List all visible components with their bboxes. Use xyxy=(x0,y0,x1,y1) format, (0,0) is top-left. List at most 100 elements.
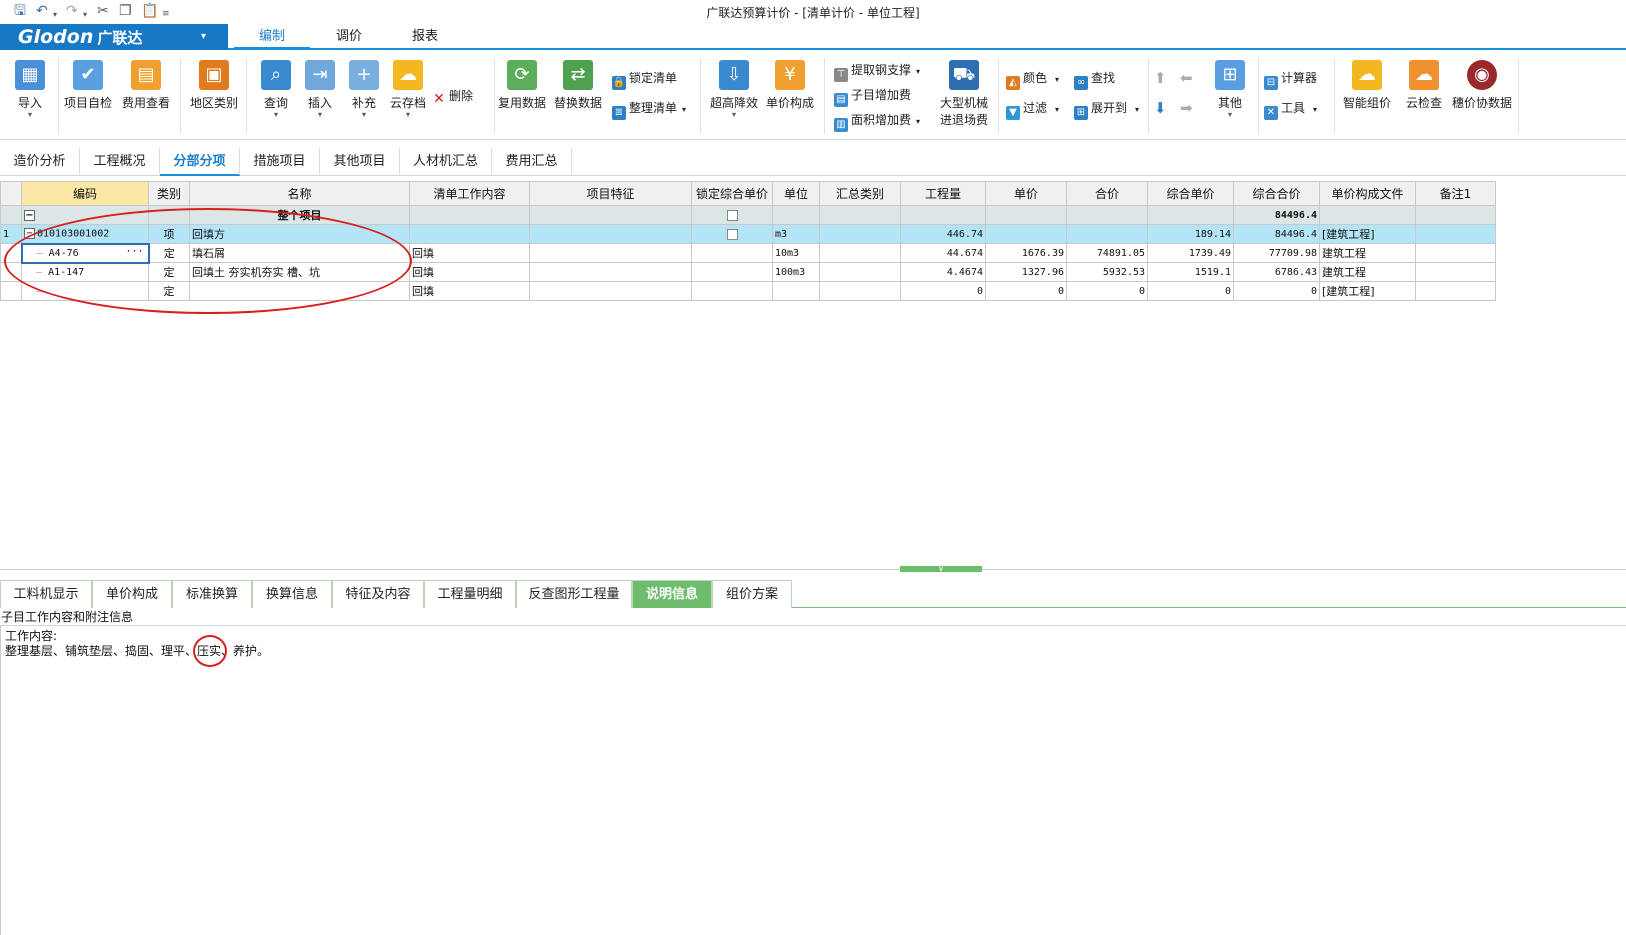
code-cell[interactable]: — xyxy=(21,281,149,301)
collapse-icon[interactable]: − xyxy=(24,210,35,221)
checkbox-icon[interactable] xyxy=(726,210,738,221)
replace-data-button[interactable]: ⇄ 替换数据 xyxy=(552,58,604,132)
column-header[interactable]: 备注1 xyxy=(1415,181,1496,206)
expand-to-button[interactable]: ⊞ 展开到 ▾ xyxy=(1074,98,1139,120)
name-cell[interactable] xyxy=(189,281,410,301)
unit-cell[interactable] xyxy=(772,281,820,301)
lock-cell[interactable] xyxy=(691,281,773,301)
move-down-icon[interactable]: ⬇ xyxy=(1154,98,1167,118)
column-header[interactable]: 类别 xyxy=(148,181,190,206)
cloud-check-button[interactable]: ☁ 云检查 xyxy=(1398,58,1450,132)
column-header[interactable]: 名称 xyxy=(189,181,410,206)
column-header[interactable]: 合价 xyxy=(1066,181,1148,206)
summary-cell[interactable] xyxy=(819,262,901,282)
name-cell[interactable]: 回填土 夯实机夯实 槽、坑 xyxy=(189,262,410,282)
work-cell[interactable]: 回填 xyxy=(409,281,530,301)
splitter-handle[interactable]: ∨ xyxy=(900,565,982,573)
feature-cell[interactable] xyxy=(529,262,692,282)
move-right-icon[interactable]: ➡ xyxy=(1180,98,1193,118)
btab-features[interactable]: 特征及内容 xyxy=(332,580,424,608)
checkbox-icon[interactable] xyxy=(726,229,738,240)
lock-checkbox[interactable] xyxy=(691,224,773,244)
region-button[interactable]: ▣ 地区类别 xyxy=(188,58,240,132)
btab-pricing-plan[interactable]: 组价方案 xyxy=(712,580,792,608)
qty-cell[interactable]: 44.674 xyxy=(900,243,986,263)
price-cell[interactable]: 0 xyxy=(985,281,1067,301)
tab-sub-items[interactable]: 分部分项 xyxy=(160,148,240,176)
price-cell[interactable]: 1327.96 xyxy=(985,262,1067,282)
table-row[interactable]: — A4-76 ··· 定 填石屑 回填 10m3 44.674 1676.39 … xyxy=(0,242,1496,264)
column-header[interactable]: 单位 xyxy=(772,181,820,206)
steel-support-button[interactable]: ⊤ 提取钢支撑 ▾ xyxy=(834,60,920,82)
column-header[interactable]: 项目特征 xyxy=(529,181,692,206)
table-row[interactable]: — A1-147 定 回填土 夯实机夯实 槽、坑 回填 100m3 4.4674… xyxy=(0,262,1496,282)
other-button[interactable]: ⊞ 其他 ▾ xyxy=(1204,58,1256,132)
btab-labor-material[interactable]: 工料机显示 xyxy=(0,580,92,608)
btab-reverse-graphics[interactable]: 反查图形工程量 xyxy=(516,580,632,608)
column-header[interactable]: 综合单价 xyxy=(1147,181,1234,206)
organize-list-button[interactable]: ≣ 整理清单 ▾ xyxy=(612,98,686,120)
code-cell-editing[interactable]: — A4-76 ··· xyxy=(20,242,150,264)
note-cell[interactable] xyxy=(1415,243,1496,263)
table-row-whole-project[interactable]: − 整个项目 84496.4 xyxy=(0,205,1496,225)
btab-quantity-detail[interactable]: 工程量明细 xyxy=(424,580,516,608)
cloud-save-button[interactable]: ☁ 云存档 ▾ xyxy=(382,58,434,132)
tab-cost-analysis[interactable]: 造价分析 xyxy=(0,148,80,176)
area-extra-button[interactable]: ▥ 面积增加费 ▾ xyxy=(834,110,920,132)
self-check-button[interactable]: ✔ 项目自检 xyxy=(62,58,114,132)
column-header[interactable]: 锁定综合单价 xyxy=(691,181,773,206)
type-cell[interactable]: 定 xyxy=(148,262,190,282)
unit-cell[interactable]: m3 xyxy=(772,224,820,244)
btab-description[interactable]: 说明信息 xyxy=(632,580,712,608)
pane-splitter[interactable] xyxy=(0,569,1626,570)
file-cell[interactable]: [建筑工程] xyxy=(1319,281,1416,301)
column-header[interactable]: 汇总类别 xyxy=(819,181,901,206)
guangxie-button[interactable]: ◉ 穗价协数据 xyxy=(1448,58,1516,132)
feature-cell[interactable] xyxy=(529,243,692,263)
note-cell[interactable] xyxy=(1415,281,1496,301)
type-cell[interactable]: 定 xyxy=(148,281,190,301)
lock-cell[interactable] xyxy=(691,243,773,263)
table-row[interactable]: 1 −010103001002 项 回填方 m3 446.74 189.14 8… xyxy=(0,224,1496,244)
qty-cell[interactable]: 446.74 xyxy=(900,224,986,244)
lock-checkbox[interactable] xyxy=(691,205,773,225)
feature-cell[interactable] xyxy=(529,224,692,244)
file-cell[interactable]: 建筑工程 xyxy=(1319,243,1416,263)
column-header[interactable]: 清单工作内容 xyxy=(409,181,530,206)
collapse-icon[interactable]: − xyxy=(24,228,35,239)
column-header[interactable]: 单价 xyxy=(985,181,1067,206)
summary-cell[interactable] xyxy=(819,281,901,301)
menu-report[interactable]: 报表 xyxy=(390,24,460,50)
fee-view-button[interactable]: ▤ 费用查看 xyxy=(120,58,172,132)
tab-fee-summary[interactable]: 费用汇总 xyxy=(492,148,572,176)
btab-standard-conversion[interactable]: 标准换算 xyxy=(172,580,252,608)
column-header[interactable]: 编码 xyxy=(21,181,149,206)
btab-conversion-info[interactable]: 换算信息 xyxy=(252,580,332,608)
column-header[interactable]: 综合合价 xyxy=(1233,181,1320,206)
summary-cell[interactable] xyxy=(819,243,901,263)
work-cell[interactable]: 回填 xyxy=(409,262,530,282)
calculator-button[interactable]: ⊟ 计算器 xyxy=(1264,68,1317,90)
name-cell[interactable]: 回填方 xyxy=(189,224,410,244)
column-header[interactable]: 工程量 xyxy=(900,181,986,206)
tab-project-overview[interactable]: 工程概况 xyxy=(80,148,160,176)
unit-price-comp-button[interactable]: ¥ 单价构成 xyxy=(764,58,816,132)
import-button[interactable]: ▦ 导入 ▾ xyxy=(4,58,56,132)
work-cell[interactable] xyxy=(409,224,530,244)
lock-cell[interactable] xyxy=(691,262,773,282)
move-up-icon[interactable]: ⬆ xyxy=(1154,68,1167,88)
unit-cell[interactable]: 100m3 xyxy=(772,262,820,282)
color-button[interactable]: ◭ 颜色 ▾ xyxy=(1006,68,1059,90)
qty-cell[interactable]: 4.4674 xyxy=(900,262,986,282)
type-cell[interactable]: 项 xyxy=(148,224,190,244)
reuse-data-button[interactable]: ⟳ 复用数据 xyxy=(496,58,548,132)
app-logo[interactable]: Glodon 广联达 ▾ xyxy=(0,24,228,50)
file-cell[interactable]: [建筑工程] xyxy=(1319,224,1416,244)
delete-button[interactable]: ✕ 删除 xyxy=(432,86,473,106)
name-cell[interactable]: 填石屑 xyxy=(189,243,410,263)
info-text-area[interactable]: 工作内容: 整理基层、铺筑垫层、捣固、理平、压实、养护。 xyxy=(0,626,1626,935)
filter-button[interactable]: ▼ 过滤 ▾ xyxy=(1006,98,1059,120)
more-icon[interactable]: ··· xyxy=(125,246,143,257)
collapse-cell[interactable]: − xyxy=(21,205,149,225)
sub-extra-button[interactable]: ▤ 子目增加费 xyxy=(834,85,911,107)
